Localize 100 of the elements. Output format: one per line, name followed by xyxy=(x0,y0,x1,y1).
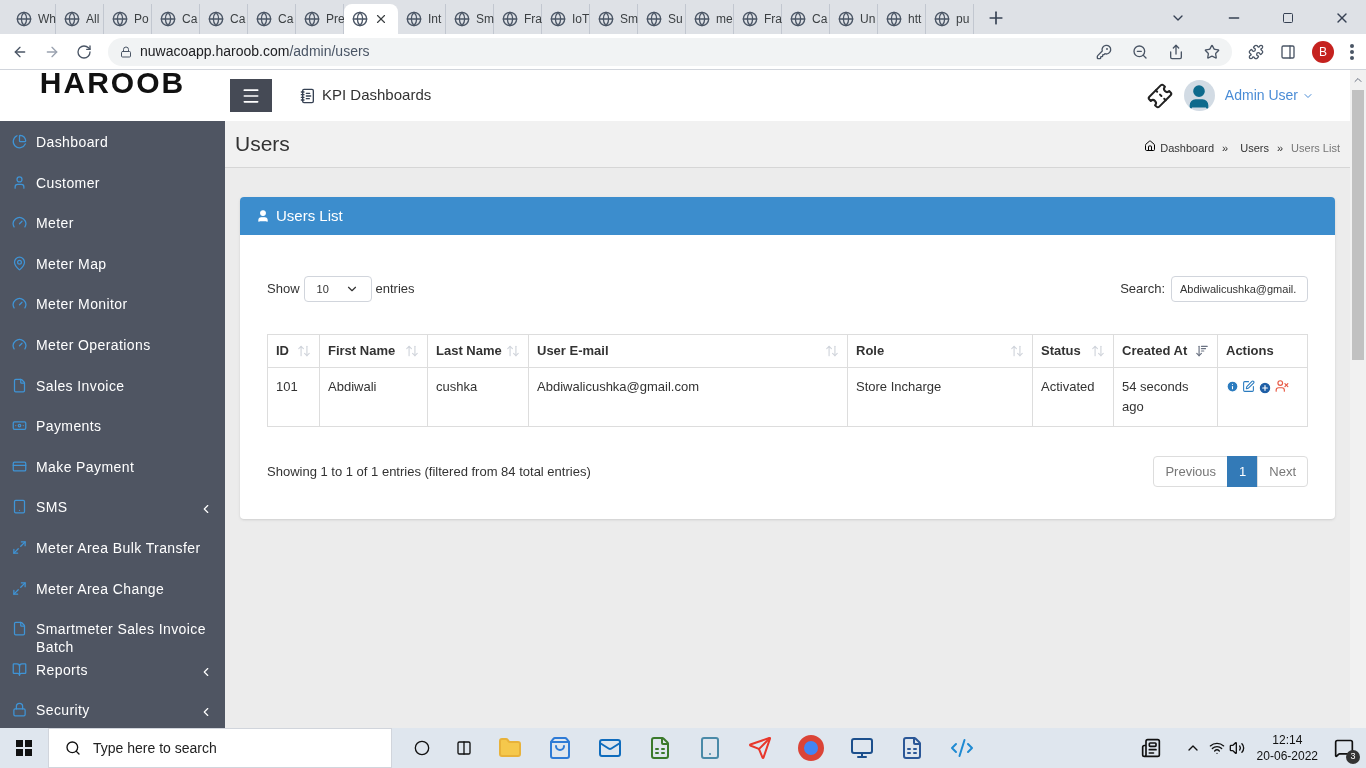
logo[interactable]: HAROOB xyxy=(39,70,186,96)
pagination-button[interactable]: Previous xyxy=(1153,456,1229,487)
clock[interactable]: 12:14 20-06-2022 xyxy=(1256,732,1318,764)
bookmark-star-icon[interactable] xyxy=(1204,43,1220,60)
add-icon[interactable] xyxy=(1258,381,1272,395)
news-icon[interactable] xyxy=(1140,738,1161,758)
search-field[interactable]: Abdiwalicushka@gmail. xyxy=(1171,276,1308,302)
share-icon[interactable] xyxy=(1168,43,1184,60)
favicon-icon xyxy=(256,11,272,27)
user-menu[interactable]: Admin User xyxy=(1224,85,1314,106)
close-tab-icon[interactable] xyxy=(374,12,388,26)
table-cell: Abdiwali xyxy=(319,367,428,427)
address-bar[interactable]: nuwacoapp.haroob.com/admin/users xyxy=(108,37,1232,66)
menu-toggle-button[interactable] xyxy=(230,79,272,112)
column-header[interactable]: User E-mail xyxy=(528,334,848,368)
column-header[interactable]: ID xyxy=(267,334,320,368)
pagination-button[interactable]: Next xyxy=(1257,456,1308,487)
wifi-icon[interactable] xyxy=(1208,740,1225,756)
show-label: Show xyxy=(267,280,300,299)
windows-start-icon[interactable] xyxy=(16,740,32,756)
breadcrumb-separator: » xyxy=(1276,140,1284,156)
volume-icon[interactable] xyxy=(1228,740,1245,756)
pagination-button[interactable]: 1 xyxy=(1227,456,1259,487)
browser-tab[interactable] xyxy=(344,4,398,34)
home-icon xyxy=(1144,140,1157,152)
sidebar-item[interactable]: Payments xyxy=(0,409,225,450)
tablet-icon[interactable] xyxy=(698,736,722,760)
column-header[interactable]: Status xyxy=(1032,334,1114,368)
tab-title: Int xyxy=(428,11,442,28)
extensions-icon[interactable] xyxy=(1248,43,1264,60)
user-avatar[interactable] xyxy=(1183,80,1215,111)
table-cell: Abdiwalicushka@gmail.com xyxy=(528,367,848,427)
tab-title: Wh xyxy=(38,11,56,28)
sidebar-item[interactable]: Meter xyxy=(0,206,225,247)
tab-title: Un xyxy=(860,11,876,28)
edit-icon[interactable] xyxy=(1242,379,1255,393)
code-editor-icon[interactable] xyxy=(950,736,974,760)
mail-icon[interactable] xyxy=(598,736,622,760)
sidebar-item[interactable]: Make Payment xyxy=(0,449,225,491)
tab-title: Sm xyxy=(476,11,494,28)
table-cell: Activated xyxy=(1032,367,1114,427)
sidebar-item[interactable]: Meter Map xyxy=(0,246,225,288)
more-menu-icon[interactable] xyxy=(1350,43,1354,60)
favicon-icon xyxy=(112,11,128,27)
sidebar-item[interactable]: Meter Area Change xyxy=(0,571,225,613)
kpi-dashboards-link[interactable]: KPI Dashboards xyxy=(322,84,432,107)
cortana-icon[interactable] xyxy=(414,740,430,756)
menu-item-icon xyxy=(12,336,27,352)
tab-title: Ca xyxy=(278,11,294,28)
sidebar-item[interactable]: Meter Operations xyxy=(0,327,225,369)
menu-item-icon xyxy=(12,621,27,637)
remote-desktop-icon[interactable] xyxy=(850,736,874,760)
sidebar-item[interactable]: SMS xyxy=(0,490,225,531)
task-view-icon[interactable] xyxy=(456,740,472,756)
favicon-icon xyxy=(886,11,902,27)
spreadsheet-icon[interactable] xyxy=(648,736,672,760)
breadcrumb-link[interactable]: Dashboard xyxy=(1160,139,1215,157)
sidebar-item[interactable]: Sales Invoice xyxy=(0,368,225,410)
taskbar-search-field[interactable]: Type here to search xyxy=(48,728,392,768)
notifications-icon[interactable] xyxy=(1334,738,1354,758)
column-header[interactable]: Created At xyxy=(1113,334,1218,368)
info-icon[interactable] xyxy=(1226,379,1239,393)
scrollbar[interactable] xyxy=(1350,70,1366,728)
breadcrumb-separator: » xyxy=(1222,140,1229,156)
column-header[interactable]: First Name xyxy=(319,334,428,368)
key-icon[interactable] xyxy=(1096,43,1112,60)
tab-title: Fra xyxy=(764,11,782,28)
profile-avatar[interactable]: B xyxy=(1312,40,1334,63)
column-header: Actions xyxy=(1217,334,1308,368)
table-info: Showing 1 to 1 of 1 entries (filtered from 84 total entries) xyxy=(267,462,591,481)
sidebar-item[interactable]: Security xyxy=(0,693,225,728)
reload-icon[interactable] xyxy=(76,43,92,60)
zoom-out-icon[interactable] xyxy=(1132,43,1148,60)
favicon-icon xyxy=(694,11,710,27)
tab-title: Po xyxy=(134,11,149,28)
side-panel-icon[interactable] xyxy=(1280,43,1296,60)
tab-title: Sm xyxy=(620,11,638,28)
tab-title: me xyxy=(716,11,733,28)
breadcrumb-link[interactable]: Users xyxy=(1240,139,1269,157)
store-icon[interactable] xyxy=(548,736,572,760)
app-icon[interactable] xyxy=(748,736,772,760)
document-icon[interactable] xyxy=(900,736,924,760)
sidebar-item[interactable]: Dashboard xyxy=(0,125,225,166)
deactivate-user-icon[interactable] xyxy=(1275,379,1289,393)
browser-icon[interactable] xyxy=(798,735,824,761)
favicon-icon xyxy=(934,11,950,27)
sort-descending-icon[interactable] xyxy=(1195,344,1209,358)
tab-title: Ca xyxy=(230,11,246,28)
tab-title: htt xyxy=(908,11,922,28)
sidebar-item[interactable]: Meter Area Bulk Transfer xyxy=(0,530,225,572)
sidebar-item[interactable]: Customer xyxy=(0,165,225,207)
page-size-select[interactable]: 10 xyxy=(303,276,372,302)
column-header[interactable]: Last Name xyxy=(427,334,529,368)
tab-title: IoT xyxy=(572,11,590,28)
restore-icon[interactable] xyxy=(1282,12,1294,24)
menu-item-icon xyxy=(12,499,27,515)
column-header[interactable]: Role xyxy=(847,334,1033,368)
sidebar-item[interactable]: Meter Monitor xyxy=(0,287,225,328)
sidebar-item-label: SMS xyxy=(36,498,69,517)
sidebar-item-label: Sales Invoice xyxy=(36,376,126,395)
